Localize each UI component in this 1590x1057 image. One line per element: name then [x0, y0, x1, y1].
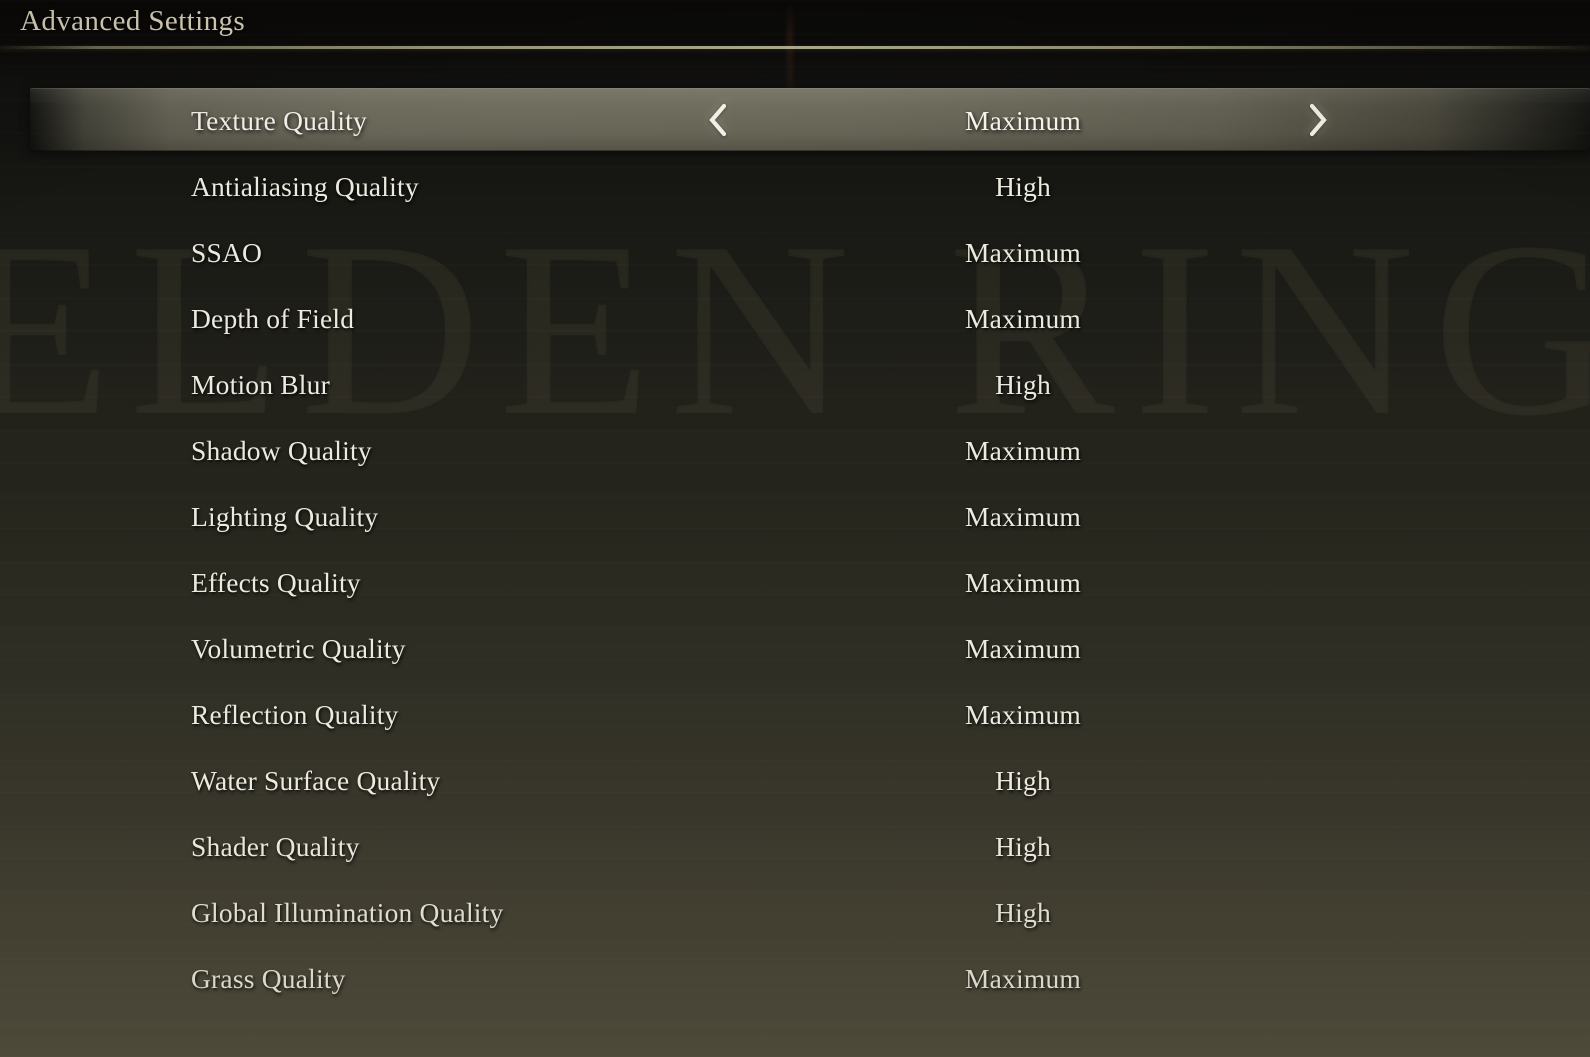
settings-row[interactable]: Reflection Quality Maximum — [0, 682, 1590, 748]
settings-row[interactable]: Shader Quality High — [0, 814, 1590, 880]
chevron-left-icon[interactable] — [696, 88, 740, 151]
page-title: Advanced Settings — [20, 5, 246, 37]
setting-label: SSAO — [191, 237, 263, 268]
settings-row[interactable]: Shadow Quality Maximum — [0, 418, 1590, 484]
settings-row[interactable]: Water Surface Quality High — [0, 748, 1590, 814]
settings-row[interactable]: Volumetric Quality Maximum — [0, 616, 1590, 682]
header: Advanced Settings — [0, 0, 1590, 52]
settings-row[interactable]: Depth of Field Maximum — [0, 286, 1590, 352]
setting-value: High — [995, 765, 1051, 796]
setting-label: Volumetric Quality — [191, 633, 406, 664]
setting-value: High — [995, 831, 1051, 862]
setting-value: High — [995, 171, 1051, 202]
setting-value: High — [995, 897, 1051, 928]
settings-list: Texture Quality Maximum Antialiasing Quali… — [0, 88, 1590, 1012]
settings-row[interactable]: Grass Quality Maximum — [0, 946, 1590, 1012]
setting-value: High — [995, 369, 1051, 400]
setting-label: Shader Quality — [191, 831, 360, 862]
setting-value: Maximum — [965, 963, 1081, 994]
setting-label: Lighting Quality — [191, 501, 379, 532]
settings-row[interactable]: Effects Quality Maximum — [0, 550, 1590, 616]
setting-value: Maximum — [965, 567, 1081, 598]
settings-row[interactable]: Lighting Quality Maximum — [0, 484, 1590, 550]
setting-label: Reflection Quality — [191, 699, 399, 730]
setting-value: Maximum — [965, 105, 1081, 136]
settings-row[interactable]: Global Illumination Quality High — [0, 880, 1590, 946]
setting-label: Antialiasing Quality — [191, 171, 419, 202]
setting-label: Water Surface Quality — [191, 765, 441, 796]
chevron-right-icon[interactable] — [1296, 88, 1340, 151]
setting-label: Motion Blur — [191, 369, 330, 400]
setting-label: Texture Quality — [191, 105, 367, 136]
setting-value: Maximum — [965, 237, 1081, 268]
setting-label: Global Illumination Quality — [191, 897, 504, 928]
setting-label: Depth of Field — [191, 303, 355, 334]
settings-row[interactable]: SSAO Maximum — [0, 220, 1590, 286]
settings-row[interactable]: Texture Quality Maximum — [0, 88, 1590, 154]
setting-value: Maximum — [965, 633, 1081, 664]
setting-value: Maximum — [965, 699, 1081, 730]
setting-value: Maximum — [965, 501, 1081, 532]
setting-label: Grass Quality — [191, 963, 346, 994]
advanced-settings-screen: ELDEN RING Advanced Settings Texture Qua… — [0, 0, 1590, 1057]
settings-row[interactable]: Antialiasing Quality High — [0, 154, 1590, 220]
setting-value: Maximum — [965, 303, 1081, 334]
setting-label: Effects Quality — [191, 567, 361, 598]
settings-row[interactable]: Motion Blur High — [0, 352, 1590, 418]
setting-label: Shadow Quality — [191, 435, 372, 466]
setting-value: Maximum — [965, 435, 1081, 466]
header-divider — [0, 46, 1590, 49]
